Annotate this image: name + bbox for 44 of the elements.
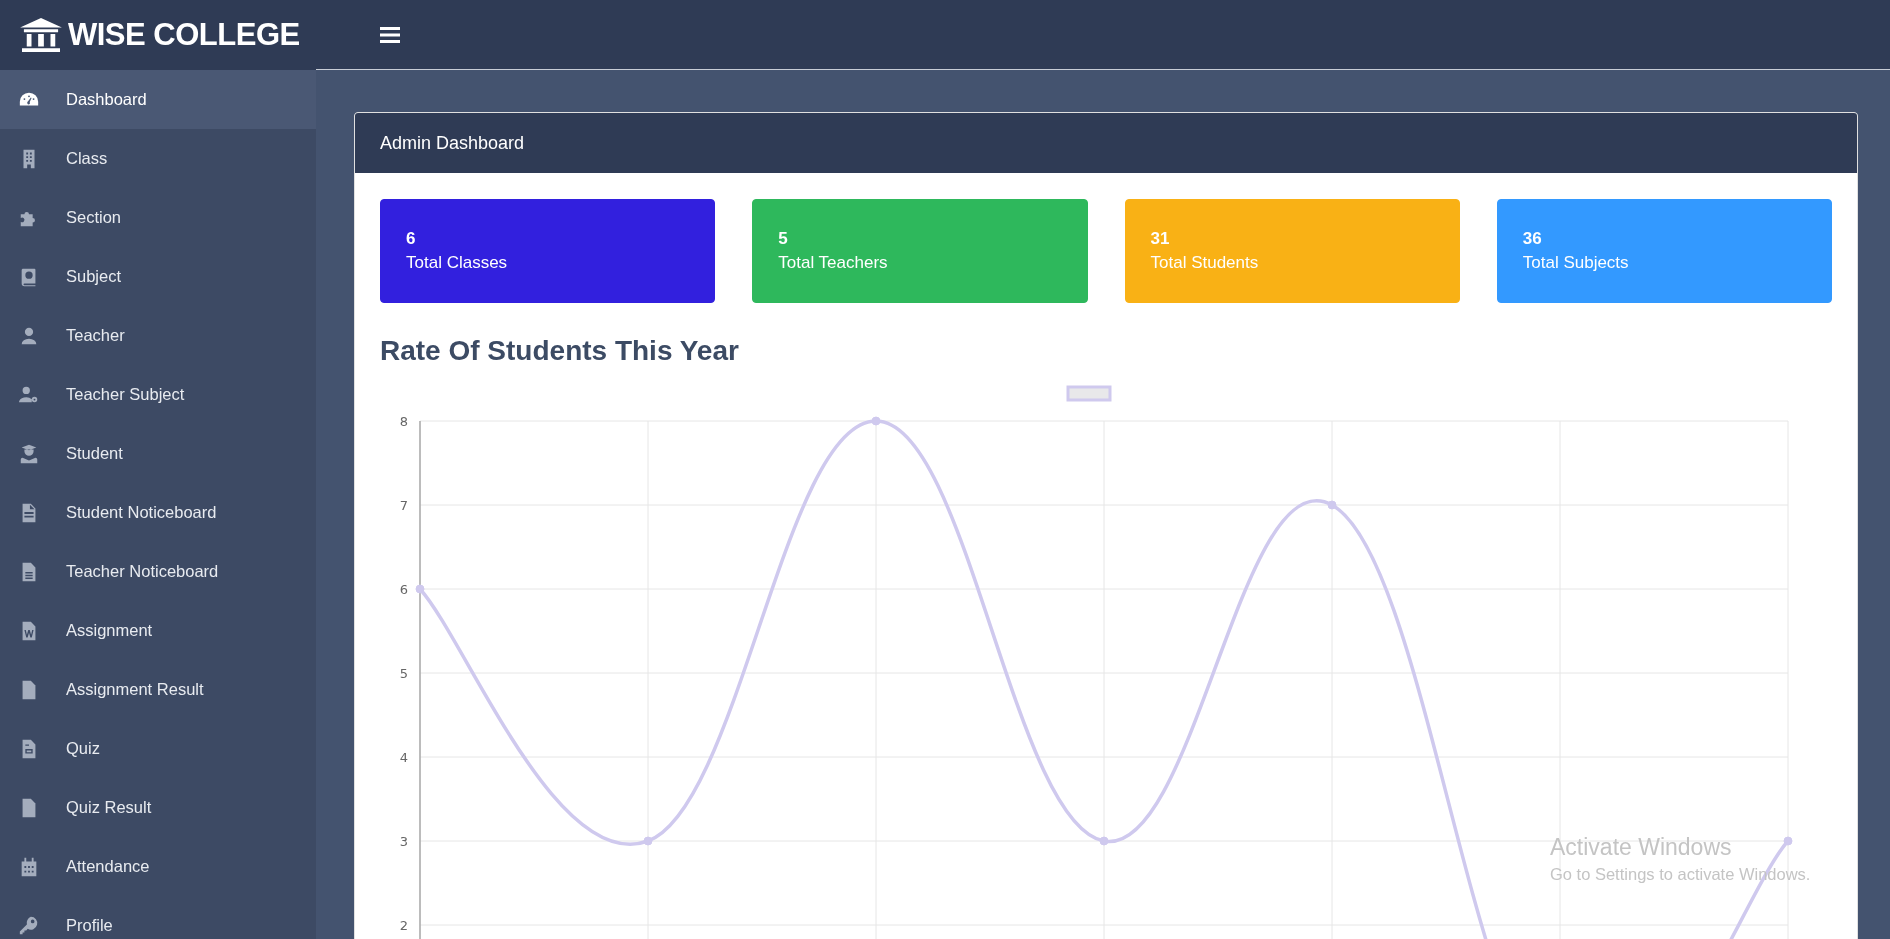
y-tick-label: 8 xyxy=(399,414,408,429)
y-tick-label: 5 xyxy=(399,666,408,681)
sidebar-item[interactable]: Subject xyxy=(0,247,316,306)
activation-notice-title: Activate Windows xyxy=(1550,834,1733,861)
graduate-icon xyxy=(18,442,40,465)
sidebar-item[interactable]: Attendance xyxy=(0,837,316,896)
point xyxy=(1783,836,1793,846)
sidebar-item[interactable]: Dashboard xyxy=(0,70,316,129)
sidebar-item[interactable]: Assignment Result xyxy=(0,660,316,719)
stat-value: 5 xyxy=(778,229,789,249)
y-tick-label: 4 xyxy=(399,750,408,765)
stat-value: 6 xyxy=(406,229,417,249)
stat-value: 36 xyxy=(1522,229,1543,249)
card-title: Admin Dashboard xyxy=(380,132,525,154)
sidebar-item[interactable]: Student xyxy=(0,424,316,483)
stat-label: Total Classes xyxy=(406,253,509,273)
sidebar-item[interactable]: Student Noticeboard xyxy=(0,483,316,542)
sidebar-item[interactable]: Quiz Result xyxy=(0,778,316,837)
y-tick-label: 7 xyxy=(399,498,408,513)
sidebar-item[interactable]: Teacher Subject xyxy=(0,365,316,424)
sidebar-item[interactable]: Teacher Noticeboard xyxy=(0,542,316,601)
y-tick-label: 6 xyxy=(399,582,408,597)
chart-title: Rate Of Students This Year xyxy=(380,335,740,367)
sidebar-item[interactable]: Teacher xyxy=(0,306,316,365)
point xyxy=(1327,500,1337,510)
sidebar-item[interactable]: Assignment xyxy=(0,601,316,660)
activation-notice-text: Go to Settings to activate Windows. xyxy=(1550,865,1811,884)
sidebar-item[interactable]: Profile xyxy=(0,896,316,939)
key-icon xyxy=(18,914,40,937)
stat-label: Total Teachers xyxy=(778,253,889,273)
stat-value: 31 xyxy=(1150,229,1171,249)
point xyxy=(1099,836,1109,846)
point xyxy=(415,584,425,594)
stat-label: Total Students xyxy=(1150,253,1260,273)
y-tick-label: 3 xyxy=(399,834,408,849)
sidebar-item[interactable]: Class xyxy=(0,129,316,188)
point xyxy=(643,836,653,846)
sidebar-item[interactable]: Section xyxy=(0,188,316,247)
sidebar-item[interactable]: Quiz xyxy=(0,719,316,778)
stat-label: Total Subjects xyxy=(1522,253,1630,273)
point xyxy=(871,416,881,426)
menu-icon xyxy=(380,26,400,43)
brand-name: WISE COLLEGE xyxy=(68,17,300,53)
y-tick-label: 2 xyxy=(399,918,408,933)
